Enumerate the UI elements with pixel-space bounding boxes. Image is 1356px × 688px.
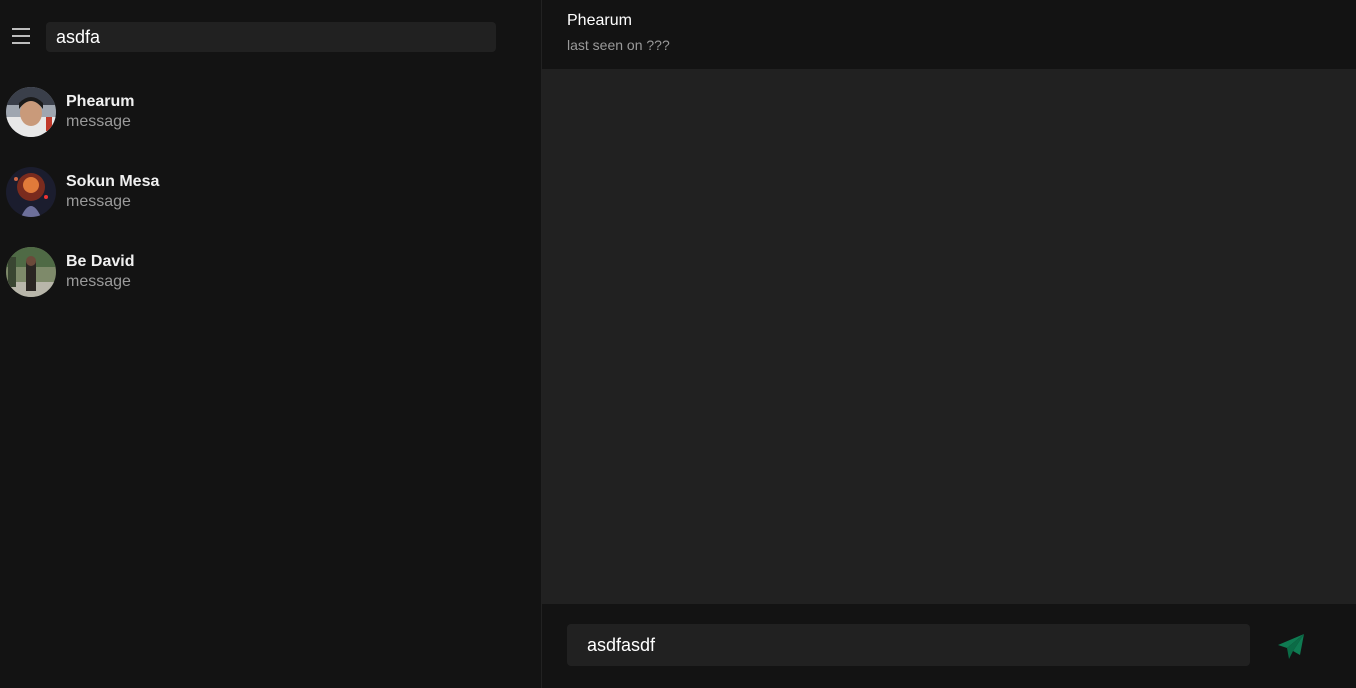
- chat-item-phearum[interactable]: Phearum message: [0, 86, 542, 166]
- sidebar: Phearum message Sokun Mesa message: [0, 0, 542, 688]
- chat-list: Phearum message Sokun Mesa message Be Da…: [0, 86, 542, 326]
- composer: [542, 604, 1356, 688]
- hamburger-menu-icon: [10, 25, 32, 47]
- contact-name: Phearum: [567, 12, 632, 29]
- chat-name: Sokun Mesa: [66, 173, 160, 190]
- sidebar-header: [0, 0, 541, 74]
- chat-item-be-david[interactable]: Be David message: [0, 246, 542, 326]
- avatar: [6, 87, 56, 137]
- conversation-header: Phearum last seen on ???: [542, 0, 1356, 69]
- message-input[interactable]: [567, 624, 1250, 666]
- chat-app: Phearum message Sokun Mesa message: [0, 0, 1356, 688]
- send-button[interactable]: [1276, 632, 1306, 662]
- search-input[interactable]: [46, 22, 496, 52]
- chat-preview: message: [66, 193, 131, 210]
- chat-item-sokun-mesa[interactable]: Sokun Mesa message: [0, 166, 542, 246]
- avatar: [6, 247, 56, 297]
- message-area[interactable]: [542, 69, 1356, 604]
- conversation-panel: Phearum last seen on ???: [542, 0, 1356, 688]
- chat-preview: message: [66, 113, 131, 130]
- paper-plane-icon: [1276, 632, 1306, 662]
- menu-button[interactable]: [10, 25, 32, 47]
- last-seen-status: last seen on ???: [567, 37, 670, 53]
- chat-name: Phearum: [66, 93, 135, 110]
- chat-name: Be David: [66, 253, 135, 270]
- chat-preview: message: [66, 273, 131, 290]
- avatar: [6, 167, 56, 217]
